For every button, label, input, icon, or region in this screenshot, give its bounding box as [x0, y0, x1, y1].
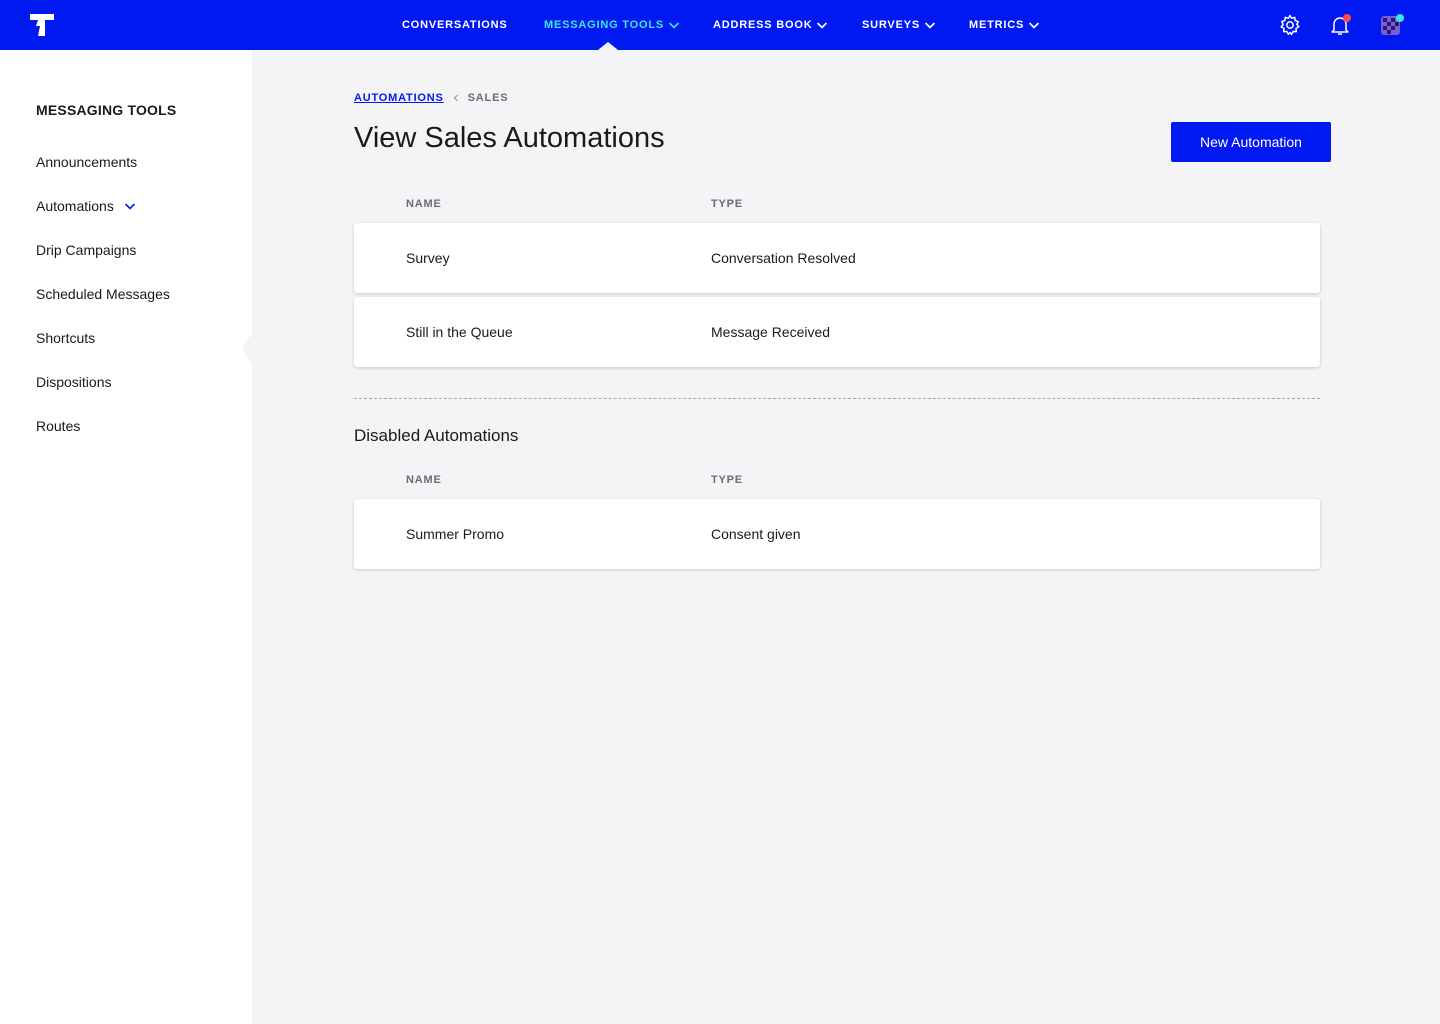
column-header-type: TYPE — [711, 198, 743, 210]
nav-label: ADDRESS BOOK — [713, 19, 813, 31]
chevron-down-icon — [817, 22, 828, 29]
nav-metrics[interactable]: METRICS — [969, 0, 1040, 50]
brand-logo[interactable] — [28, 12, 56, 38]
row-name: Summer Promo — [406, 526, 505, 542]
sidebar-title: MESSAGING TOOLS — [36, 102, 177, 118]
bell-icon[interactable] — [1328, 13, 1352, 37]
sidebar-active-indicator — [242, 333, 252, 365]
row-type: Consent given — [711, 526, 801, 542]
avatar-status-dot — [1396, 14, 1404, 22]
section-divider — [354, 398, 1320, 399]
breadcrumb: AUTOMATIONS SALES — [354, 92, 508, 104]
nav-label: MESSAGING TOOLS — [544, 19, 664, 31]
chevron-left-icon — [453, 94, 458, 102]
nav-address-book[interactable]: ADDRESS BOOK — [713, 0, 828, 50]
avatar[interactable] — [1380, 13, 1404, 37]
nav-conversations[interactable]: CONVERSATIONS — [402, 0, 508, 50]
nav-surveys[interactable]: SURVEYS — [862, 0, 936, 50]
disabled-section-title: Disabled Automations — [354, 426, 519, 445]
nav-label: SURVEYS — [862, 19, 920, 31]
sidebar-item-scheduled-messages[interactable]: Scheduled Messages — [36, 286, 170, 302]
chevron-down-icon — [1029, 22, 1040, 29]
sidebar-item-announcements[interactable]: Announcements — [36, 154, 137, 170]
new-automation-button[interactable]: New Automation — [1171, 122, 1331, 162]
sidebar-item-label: Shortcuts — [36, 330, 96, 346]
gear-icon[interactable] — [1278, 13, 1302, 37]
sidebar-item-dispositions[interactable]: Dispositions — [36, 374, 111, 390]
column-header-name: NAME — [406, 474, 442, 486]
sidebar-item-automations[interactable]: Automations — [36, 198, 136, 214]
sidebar-item-label: Scheduled Messages — [36, 286, 170, 302]
sidebar-item-label: Dispositions — [36, 374, 112, 390]
row-type: Conversation Resolved — [711, 250, 856, 266]
active-nav-indicator — [598, 42, 618, 50]
sidebar-item-shortcuts[interactable]: Shortcuts — [36, 330, 95, 346]
row-type: Message Received — [711, 324, 831, 340]
nav-label: CONVERSATIONS — [402, 19, 508, 31]
breadcrumb-current: SALES — [467, 92, 509, 104]
sidebar: MESSAGING TOOLS Announcements Automation… — [0, 50, 252, 1024]
table-row[interactable]: Survey Conversation Resolved — [354, 223, 1320, 293]
breadcrumb-link-automations[interactable]: AUTOMATIONS — [354, 92, 444, 104]
notification-dot — [1343, 14, 1351, 22]
sidebar-item-drip-campaigns[interactable]: Drip Campaigns — [36, 242, 136, 258]
sidebar-item-label: Announcements — [36, 154, 138, 170]
sidebar-item-label: Routes — [36, 418, 81, 434]
top-navigation-bar: CONVERSATIONS MESSAGING TOOLS ADDRESS BO… — [0, 0, 1440, 50]
nav-label: METRICS — [969, 19, 1025, 31]
chevron-down-icon — [668, 22, 680, 29]
sidebar-item-label: Drip Campaigns — [36, 242, 137, 258]
row-name: Still in the Queue — [406, 324, 513, 340]
sidebar-item-label: Automations — [36, 198, 114, 214]
page-title: View Sales Automations — [354, 122, 665, 154]
column-header-name: NAME — [406, 198, 442, 210]
chevron-down-icon[interactable] — [124, 200, 136, 212]
table-row[interactable]: Still in the Queue Message Received — [354, 297, 1320, 367]
table-row[interactable]: Summer Promo Consent given — [354, 499, 1320, 569]
chevron-down-icon — [924, 22, 936, 29]
column-header-type: TYPE — [711, 474, 743, 486]
row-name: Survey — [406, 250, 450, 266]
sidebar-item-routes[interactable]: Routes — [36, 418, 80, 434]
